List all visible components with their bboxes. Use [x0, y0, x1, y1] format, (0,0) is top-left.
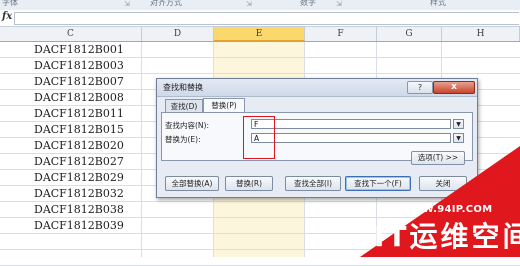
- dialog-title: 查找和替换: [163, 83, 203, 92]
- replace-dropdown-icon[interactable]: ▼: [453, 133, 464, 143]
- grid-line: [141, 42, 142, 257]
- watermark-url: WWW.94IP.COM: [400, 204, 493, 215]
- cell-c[interactable]: DACF1812B015: [34, 122, 124, 138]
- column-header-h[interactable]: H: [442, 27, 520, 41]
- column-header-g[interactable]: G: [377, 27, 442, 41]
- cell-c[interactable]: DACF1812B027: [34, 154, 124, 170]
- cell-c[interactable]: DACF1812B029: [34, 170, 124, 186]
- cell-c[interactable]: DACF1812B007: [34, 74, 124, 90]
- replace-with-input[interactable]: A: [251, 133, 451, 143]
- dialog-title-bar[interactable]: 查找和替换 ? x: [157, 79, 477, 97]
- column-header-d[interactable]: D: [142, 27, 214, 41]
- column-header-row: C D E F G H: [0, 27, 520, 42]
- cell-c[interactable]: DACF1812B039: [34, 218, 124, 234]
- ribbon-group-number: 数字: [300, 0, 316, 7]
- find-what-input[interactable]: F: [251, 119, 451, 129]
- cell-c[interactable]: DACF1812B020: [34, 138, 124, 154]
- find-dropdown-icon[interactable]: ▼: [453, 119, 464, 129]
- number-launcher-icon[interactable]: ⇲: [336, 0, 342, 9]
- tab-find[interactable]: 查找(D): [165, 99, 203, 113]
- ribbon-group-alignment: 对齐方式: [150, 0, 182, 7]
- ribbon-group-font: 字体: [2, 0, 18, 7]
- formula-bar: fx: [0, 10, 520, 27]
- cell-c[interactable]: DACF1812B001: [34, 42, 124, 58]
- close-x-button[interactable]: x: [433, 81, 475, 94]
- replace-with-label: 替换为(E):: [165, 135, 201, 144]
- find-all-button[interactable]: 查找全部(I): [285, 176, 341, 191]
- watermark-brand: IT运维空间: [374, 220, 520, 253]
- cell-c[interactable]: DACF1812B008: [34, 90, 124, 106]
- find-what-label: 查找内容(N):: [165, 121, 209, 130]
- cell-c[interactable]: DACF1812B038: [34, 202, 124, 218]
- column-header-e[interactable]: E: [214, 27, 305, 41]
- cell-c[interactable]: DACF1812B003: [34, 58, 124, 74]
- highlight-box: [243, 116, 275, 159]
- column-header-f[interactable]: F: [305, 27, 377, 41]
- cell-c[interactable]: DACF1812B011: [34, 106, 124, 122]
- cell-c[interactable]: DACF1812B032: [34, 186, 124, 202]
- column-header-c[interactable]: C: [0, 27, 142, 41]
- ribbon-group-styles: 样式: [430, 0, 446, 7]
- formula-input[interactable]: [14, 12, 519, 25]
- fx-icon[interactable]: fx: [2, 11, 12, 22]
- replace-all-button[interactable]: 全部替换(A): [165, 176, 219, 191]
- help-button[interactable]: ?: [407, 81, 433, 94]
- alignment-launcher-icon[interactable]: ⇲: [246, 0, 252, 9]
- font-launcher-icon[interactable]: ⇲: [124, 0, 130, 9]
- replace-button[interactable]: 替换(R): [225, 176, 273, 191]
